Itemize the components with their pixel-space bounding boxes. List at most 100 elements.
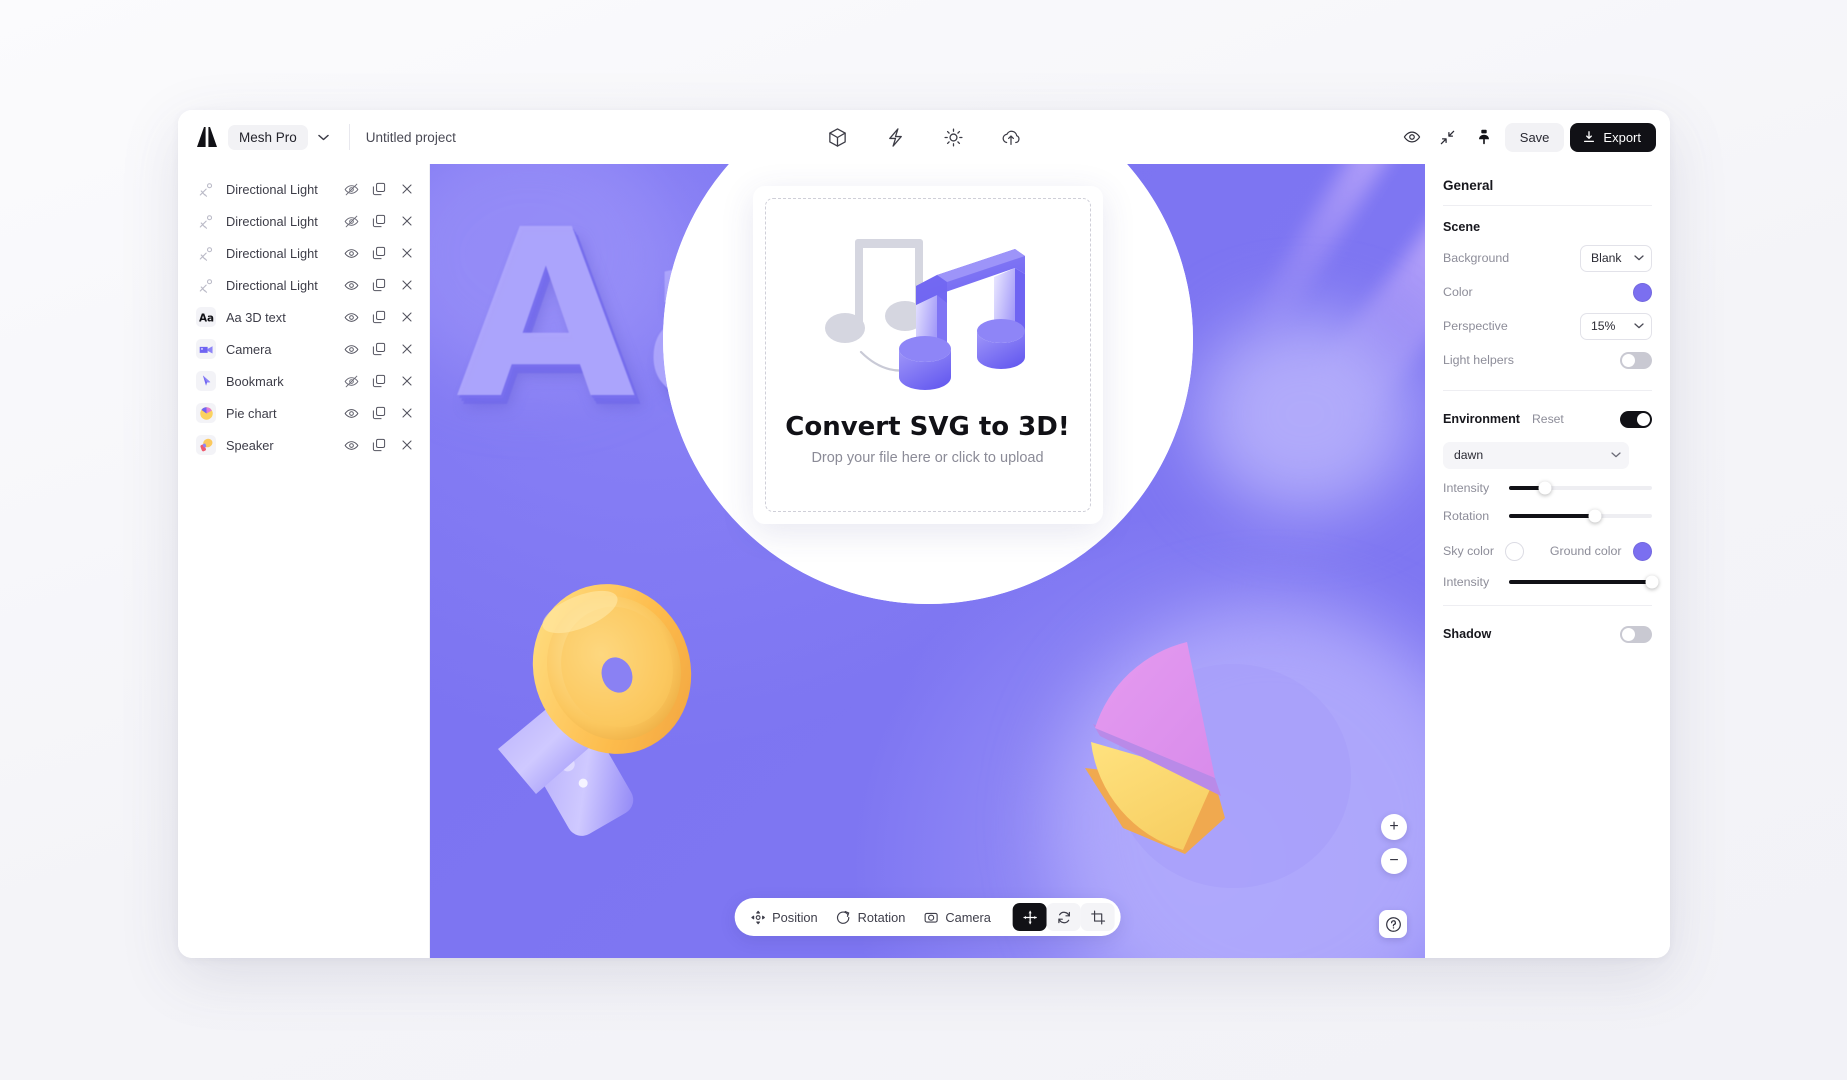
- close-icon[interactable]: [399, 373, 415, 389]
- env-rotation-slider[interactable]: [1509, 509, 1652, 523]
- layer-row[interactable]: Directional Light: [178, 237, 429, 269]
- eye-off-icon[interactable]: [343, 373, 359, 389]
- properties-panel: General Scene Background Blank Color Per…: [1425, 164, 1670, 958]
- export-button[interactable]: Export: [1570, 122, 1656, 152]
- app-header: Mesh Pro Untitled project Save Export: [178, 110, 1670, 164]
- pie-chart-3d-object[interactable]: [1065, 618, 1365, 923]
- slider-fill: [1509, 514, 1595, 518]
- scene-color-swatch[interactable]: [1633, 282, 1652, 302]
- env-intensity-row: Intensity: [1443, 481, 1652, 495]
- crop-tool-button[interactable]: [1080, 903, 1115, 931]
- duplicate-icon[interactable]: [371, 245, 387, 261]
- background-select[interactable]: Blank: [1580, 244, 1652, 272]
- position-tool[interactable]: Position: [750, 910, 818, 925]
- eye-icon[interactable]: [343, 341, 359, 357]
- export-label: Export: [1603, 129, 1641, 145]
- eye-icon[interactable]: [1397, 122, 1427, 152]
- bolt-icon[interactable]: [880, 122, 910, 152]
- environment-label: Environment: [1443, 412, 1520, 426]
- duplicate-icon[interactable]: [371, 405, 387, 421]
- app-body: Directional Light Directional Light Direct…: [178, 164, 1670, 958]
- close-icon[interactable]: [399, 405, 415, 421]
- shadow-toggle[interactable]: [1620, 625, 1652, 643]
- zoom-out-button[interactable]: −: [1381, 848, 1407, 874]
- environment-row: Environment Reset: [1443, 405, 1652, 433]
- perspective-value: 15%: [1591, 319, 1616, 333]
- brand-selector[interactable]: Mesh Pro: [228, 124, 308, 150]
- zoom-in-button[interactable]: +: [1381, 814, 1407, 840]
- pin-icon[interactable]: [1469, 122, 1499, 152]
- sky-color-swatch[interactable]: [1505, 541, 1525, 561]
- eye-icon[interactable]: [343, 309, 359, 325]
- duplicate-icon[interactable]: [371, 309, 387, 325]
- upload-dropzone[interactable]: Convert SVG to 3D! Drop your file here o…: [764, 198, 1091, 512]
- cube-icon[interactable]: [822, 122, 852, 152]
- save-button[interactable]: Save: [1504, 122, 1565, 152]
- environment-preset-select[interactable]: dawn: [1443, 441, 1629, 469]
- cloud-upload-icon[interactable]: [996, 122, 1026, 152]
- duplicate-icon[interactable]: [371, 277, 387, 293]
- duplicate-icon[interactable]: [371, 213, 387, 229]
- panel-title: General: [1443, 178, 1494, 193]
- layer-name: Directional Light: [226, 181, 318, 197]
- layer-row[interactable]: Directional Light: [178, 173, 429, 205]
- ground-color-swatch[interactable]: [1632, 541, 1652, 561]
- layer-row[interactable]: Camera: [178, 333, 429, 365]
- eye-off-icon[interactable]: [343, 213, 359, 229]
- env-intensity-slider[interactable]: [1509, 481, 1652, 495]
- layer-row[interactable]: Pie chart: [178, 397, 429, 429]
- help-button[interactable]: [1379, 910, 1407, 938]
- layer-actions: [343, 437, 415, 453]
- layer-actions: [343, 213, 415, 229]
- download-icon: [1582, 130, 1596, 144]
- ground-intensity-slider[interactable]: [1509, 575, 1659, 589]
- collapse-arrows-icon[interactable]: [1433, 122, 1463, 152]
- toggle-knob: [1637, 412, 1650, 426]
- slider-knob[interactable]: [1645, 575, 1659, 589]
- slider-knob[interactable]: [1538, 481, 1552, 495]
- camera-label: Camera: [945, 909, 991, 925]
- slider-knob[interactable]: [1588, 509, 1602, 523]
- viewport-canvas[interactable]: Aa Convert SVG to 3D! Drop your file her…: [430, 164, 1425, 958]
- duplicate-icon[interactable]: [371, 181, 387, 197]
- close-icon[interactable]: [399, 181, 415, 197]
- environment-reset-link[interactable]: Reset: [1532, 412, 1564, 426]
- chevron-down-icon[interactable]: [315, 128, 333, 146]
- layer-actions: [343, 405, 415, 421]
- duplicate-icon[interactable]: [371, 373, 387, 389]
- duplicate-icon[interactable]: [371, 341, 387, 357]
- close-icon[interactable]: [399, 437, 415, 453]
- eye-icon[interactable]: [343, 277, 359, 293]
- perspective-select[interactable]: 15%: [1580, 312, 1652, 340]
- close-icon[interactable]: [399, 309, 415, 325]
- glow-blob: [1195, 314, 1415, 514]
- layer-row[interactable]: Speaker: [178, 429, 429, 461]
- camera-icon: [196, 339, 216, 359]
- duplicate-icon[interactable]: [371, 437, 387, 453]
- layer-row[interactable]: Directional Light: [178, 269, 429, 301]
- shadow-label: Shadow: [1443, 627, 1492, 641]
- close-icon[interactable]: [399, 245, 415, 261]
- light-helpers-toggle[interactable]: [1620, 351, 1652, 369]
- layer-row[interactable]: Directional Light: [178, 205, 429, 237]
- upload-modal[interactable]: Convert SVG to 3D! Drop your file here o…: [752, 186, 1103, 524]
- close-icon[interactable]: [399, 277, 415, 293]
- layer-row[interactable]: Aa Aa 3D text: [178, 301, 429, 333]
- close-icon[interactable]: [399, 213, 415, 229]
- eye-icon[interactable]: [343, 437, 359, 453]
- close-icon[interactable]: [399, 341, 415, 357]
- eye-icon[interactable]: [343, 245, 359, 261]
- eye-icon[interactable]: [343, 405, 359, 421]
- environment-toggle[interactable]: [1620, 410, 1652, 428]
- rotation-tool[interactable]: Rotation: [836, 910, 905, 925]
- project-name[interactable]: Untitled project: [366, 130, 456, 145]
- speaker-3d-object[interactable]: [480, 544, 740, 849]
- pan-tool-button[interactable]: [1012, 903, 1047, 931]
- mesh-logo-icon[interactable]: [194, 124, 220, 150]
- eye-off-icon[interactable]: [343, 181, 359, 197]
- camera-tool[interactable]: Camera: [923, 910, 991, 925]
- orbit-tool-button[interactable]: [1046, 903, 1081, 931]
- env-rotation-label: Rotation: [1443, 509, 1490, 523]
- layer-row[interactable]: Bookmark: [178, 365, 429, 397]
- sun-icon[interactable]: [938, 122, 968, 152]
